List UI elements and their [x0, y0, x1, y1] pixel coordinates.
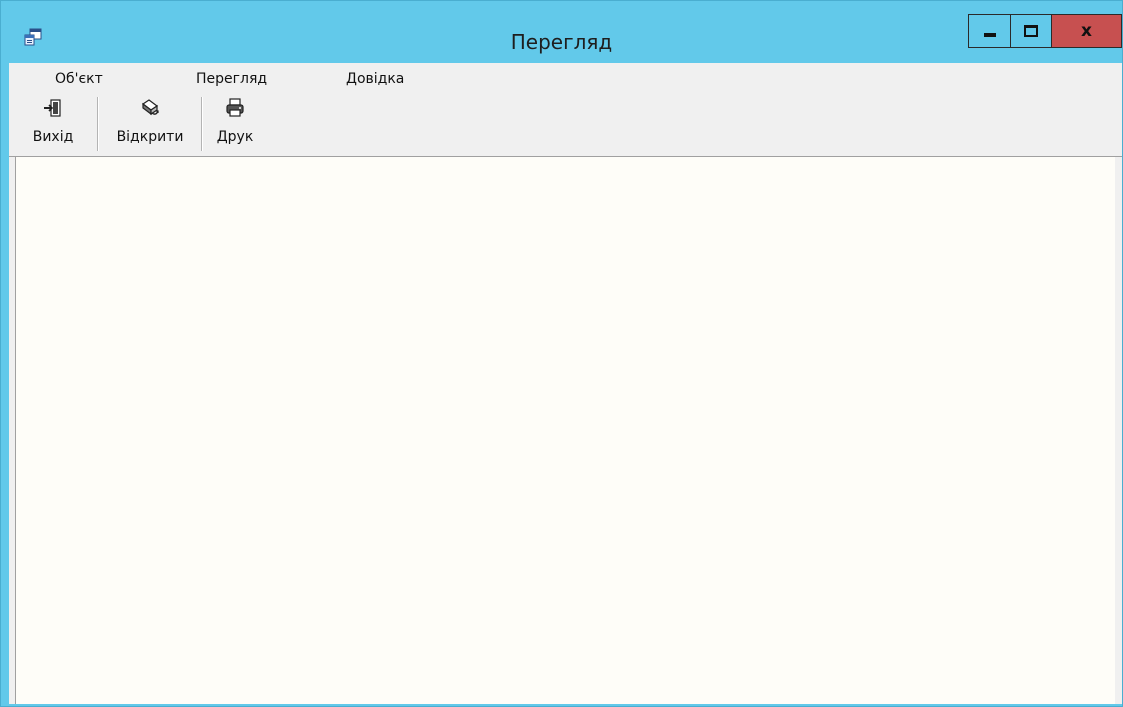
toolbar: Вихід Відкрити Друк	[9, 91, 1122, 157]
window-title: Перегляд	[510, 30, 613, 54]
close-button[interactable]: x	[1052, 14, 1122, 48]
open-button[interactable]: Відкрити	[99, 93, 201, 151]
title-bar[interactable]: Перегляд x	[1, 1, 1122, 63]
main-window: Перегляд x Об'єкт Перегляд Довідка Вихід…	[0, 0, 1123, 707]
minimize-button[interactable]	[968, 14, 1010, 48]
open-icon	[141, 99, 159, 116]
print-icon	[226, 98, 244, 117]
content-area[interactable]	[15, 157, 1115, 704]
exit-icon	[44, 99, 61, 117]
print-button[interactable]: Друк	[203, 93, 267, 151]
close-icon: x	[1081, 20, 1092, 41]
menu-item-help[interactable]: Довідка	[344, 69, 406, 89]
exit-button-label: Вихід	[32, 129, 74, 145]
maximize-button[interactable]	[1010, 14, 1052, 48]
open-button-label: Відкрити	[116, 129, 184, 145]
exit-button[interactable]: Вихід	[9, 93, 97, 151]
minimize-icon	[983, 33, 996, 37]
print-button-label: Друк	[216, 129, 254, 145]
menu-item-view[interactable]: Перегляд	[194, 69, 269, 89]
menu-bar: Об'єкт Перегляд Довідка	[9, 63, 1122, 91]
menu-item-object[interactable]: Об'єкт	[53, 69, 105, 89]
maximize-icon	[1024, 25, 1038, 37]
